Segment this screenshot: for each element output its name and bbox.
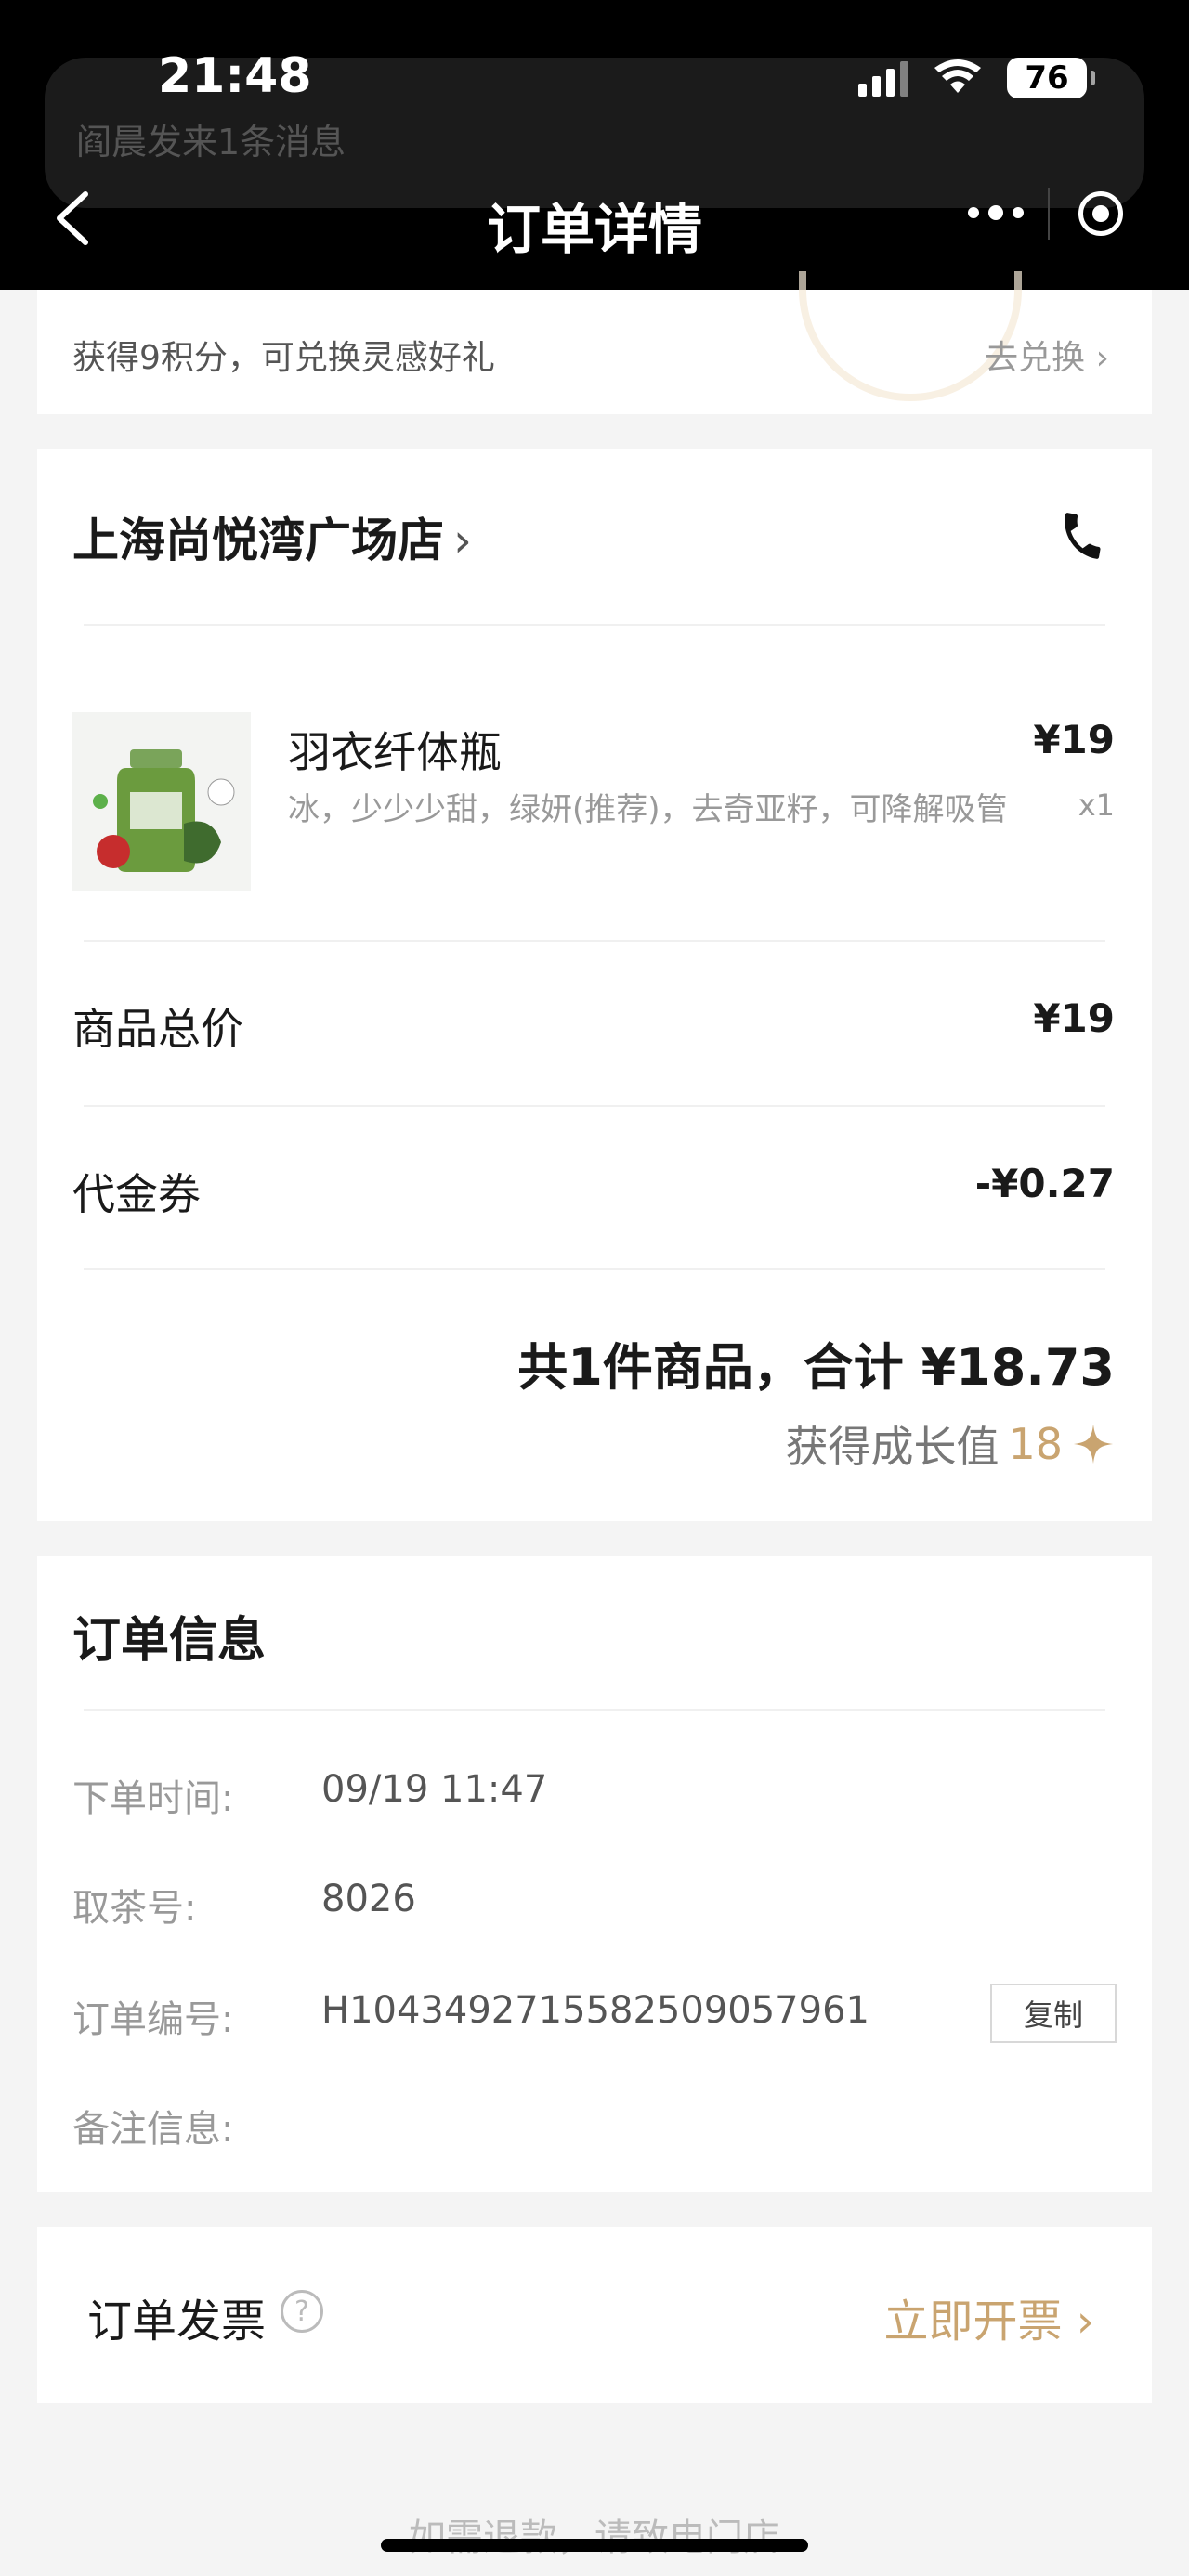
product-name: 羽衣纤体瓶 [288,727,502,777]
phone-icon[interactable] [1055,509,1109,563]
divider [84,624,1105,626]
growth-label: 获得成长值 [785,1422,1000,1472]
order-time-label: 下单时间: [72,1777,234,1820]
remark-label: 备注信息: [72,2108,234,2151]
product-quantity: x1 [1078,787,1115,823]
store-name: 上海尚悦湾广场店 [72,514,444,567]
more-icon[interactable] [944,205,1048,220]
top-bar: 阎晨发来1条消息 21:48 76 订单详情 [0,0,1189,290]
points-text: 获得9积分，可兑换灵感好礼 [72,339,495,377]
divider [84,1268,1105,1270]
copy-button[interactable]: 复制 [990,1984,1117,2043]
order-number-label: 订单编号: [72,1998,234,2041]
battery-indicator: 76 [1007,58,1095,98]
order-info-title: 订单信息 [72,1613,267,1669]
store-name-link[interactable]: 上海尚悦湾广场店 › [72,503,472,570]
pickup-number-label: 取茶号: [72,1887,197,1930]
wifi-icon [934,59,981,93]
close-mini-program-icon[interactable] [1050,191,1152,236]
order-time-value: 09/19 11:47 [321,1768,548,1811]
subtotal-value: ¥19 [1033,995,1115,1041]
order-total: 共1件商品，合计 ¥18.73 [517,1338,1115,1397]
subtotal-label: 商品总价 [72,1004,243,1054]
product-spec: 冰，少少少甜，绿妍(推荐)，去奇亚籽，可降解吸管 [288,791,1008,828]
help-icon[interactable]: ? [281,2290,323,2333]
pickup-number-value: 8026 [321,1878,416,1920]
mini-program-capsule [944,178,1152,249]
refund-note: 如需退款，请致电门店 [409,2517,780,2559]
invoice-card: 订单发票 ? 立即开票 › [37,2227,1152,2403]
invoice-label: 订单发票 [87,2296,267,2348]
product-price: ¥19 [1033,717,1115,762]
points-banner: 获得9积分，可兑换灵感好礼 去兑换 › [37,271,1152,414]
order-card: 上海尚悦湾广场店 › 羽衣纤体瓶 冰，少少少甜，绿妍(推荐)，去奇亚籽，可降解吸管… [37,449,1152,1521]
divider [84,940,1105,942]
home-indicator[interactable] [381,2539,808,2552]
signal-icon [858,59,908,97]
exchange-link[interactable]: 去兑换 › [985,331,1109,379]
status-icons: 76 [858,58,1095,98]
chevron-right-icon: › [453,514,472,567]
status-time: 21:48 [158,48,312,104]
coupon-value: -¥0.27 [974,1161,1115,1206]
sparkle-icon [1073,1424,1114,1464]
divider [84,1105,1105,1107]
order-number-value: H1043492715582509057961 [321,1989,869,2032]
product-image [72,712,251,891]
issue-invoice-button[interactable]: 立即开票 › [884,2284,1094,2349]
order-info-card: 订单信息 下单时间: 09/19 11:47 取茶号: 8026 订单编号: H… [37,1556,1152,2192]
growth-points: 获得成长值 18 [785,1413,1115,1475]
coupon-label: 代金券 [72,1169,201,1219]
divider [84,1709,1105,1711]
growth-value: 18 [1008,1419,1063,1469]
notification-text: 阎晨发来1条消息 [76,122,346,163]
